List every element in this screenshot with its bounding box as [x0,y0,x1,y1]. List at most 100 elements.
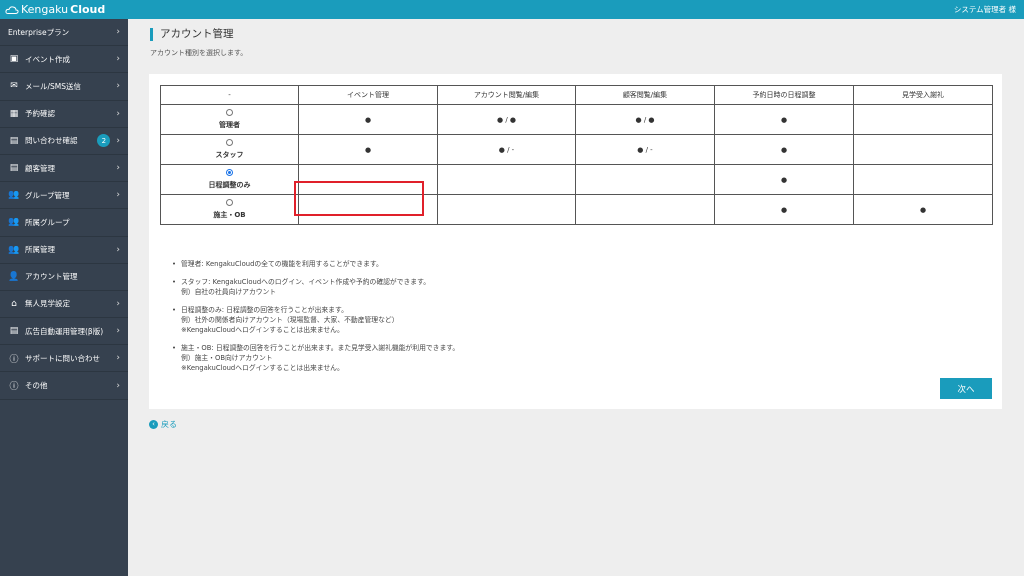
permission-cell: ● / ● [575,104,715,135]
role-label: 日程調整のみ [208,181,251,189]
permission-cell [853,134,993,165]
sidebar-item-10[interactable]: ⌂ 無人見学設定 › [0,291,128,319]
permission-cell: ● [714,134,854,165]
sidebar-item-label: 所属グループ [25,217,70,227]
note-line: 日程調整のみ: 日程調整の回答を行うことが出来ます。 [181,306,348,314]
users-icon: 👥 [8,244,20,255]
chevron-right-icon: › [116,326,120,337]
table-row: 日程調整のみ ● [160,164,993,195]
arrow-left-circle-icon: ‹ [149,420,158,429]
account-type-card: - イベント管理 アカウント閲覧/編集 顧客閲覧/編集 予約日時の日程調整 見学受入謝礼 … [149,74,1002,409]
account-type-notes: 管理者: KengakuCloudの全ての機能を利用することができます。スタッフ… [172,259,972,381]
cloud-logo-icon [5,5,19,14]
permission-cell: ● / - [437,134,576,165]
role-cell[interactable]: 日程調整のみ [160,164,299,195]
image-icon: ▣ [9,54,19,65]
top-bar: Kengaku Cloud システム管理者 様 [0,0,1024,19]
permission-cell: ● [298,104,438,135]
permission-cell: ● [714,104,854,135]
chevron-right-icon: › [116,380,120,391]
chevron-right-icon: › [116,298,120,309]
sidebar-item-13[interactable]: ⓘ その他 › [0,372,128,400]
sidebar-item-0[interactable]: Enterpriseプラン › [0,19,128,47]
sidebar-item-1[interactable]: ▣ イベント作成 › [0,46,128,74]
user-gear-icon: 👤 [8,271,20,282]
permission-cell [437,164,576,195]
sidebar-item-3[interactable]: ▦ 予約確認 › [0,101,128,128]
users-icon: 👥 [8,217,20,228]
sidebar-item-label: イベント作成 [25,54,70,64]
column-header: イベント管理 [298,85,438,105]
role-label: 管理者 [219,121,240,129]
back-label: 戻る [161,420,177,429]
sidebar-item-12[interactable]: ⓘ サポートに問い合わせ › [0,345,128,373]
permission-cell: ● [714,164,854,195]
role-radio[interactable] [226,199,233,206]
permission-cell [298,164,438,195]
sidebar-item-5[interactable]: ▤ 顧客管理 › [0,155,128,183]
role-radio[interactable] [226,139,233,146]
mail-icon: ✉ [10,81,18,92]
note-line: 例）社外の関係者向けアカウント（現場監督、大家、不動産管理など） [181,316,399,324]
table-row: スタッフ ● ● / - ● / - ● [160,134,993,165]
column-header: - [160,85,299,105]
notification-badge: 2 [97,134,111,148]
chevron-right-icon: › [116,244,120,255]
permission-cell: ● [298,134,438,165]
permission-table: - イベント管理 アカウント閲覧/編集 顧客閲覧/編集 予約日時の日程調整 見学受入謝礼 … [160,85,993,225]
id-card-icon: ▤ [9,163,19,174]
user-name[interactable]: システム管理者 様 [954,4,1016,15]
column-header: アカウント閲覧/編集 [437,85,576,105]
logo[interactable]: Kengaku Cloud [5,3,105,16]
permission-cell: ● [714,194,854,225]
page-title: アカウント管理 [150,28,234,41]
permission-cell: ● / - [575,134,715,165]
permission-cell: ● / ● [437,104,576,135]
table-row: 施主・OB ● ● [160,194,993,225]
back-link[interactable]: ‹ 戻る [149,419,177,430]
chevron-right-icon: › [116,135,120,146]
permission-cell [437,194,576,225]
info-icon: ⓘ [9,382,19,393]
column-header: 顧客閲覧/編集 [575,85,715,105]
next-button[interactable]: 次へ [940,378,992,399]
sidebar: Enterpriseプラン › ▣ イベント作成 › ✉ メール/SMS送信 › ▦ 予約確認 › ▤… [0,19,128,576]
chevron-right-icon: › [116,190,120,201]
chevron-right-icon: › [116,81,120,92]
sidebar-item-4[interactable]: ▤ 問い合わせ確認 2 › [0,128,128,155]
main-content: アカウント管理 アカウント種別を選択します。 - イベント管理 アカウント閲覧/編集… [128,19,1024,576]
sidebar-item-9[interactable]: 👤 アカウント管理 [0,264,128,291]
sidebar-item-11[interactable]: ▤ 広告自動運用管理(β版) › [0,318,128,346]
permission-cell [575,194,715,225]
permission-cell [575,164,715,195]
chevron-right-icon: › [116,27,120,38]
role-label: 施主・OB [213,211,246,219]
sidebar-item-6[interactable]: 👥 グループ管理 › [0,182,128,210]
calendar-icon: ▦ [9,108,19,119]
sidebar-item-label: その他 [25,381,48,391]
chevron-right-icon: › [116,353,120,364]
role-cell[interactable]: 施主・OB [160,194,299,225]
id-card-icon: ▤ [9,135,19,146]
note-line: 例）自社の社員向けアカウント [181,288,277,296]
note-line: 施主・OB: 日程調整の回答を行うことが出来ます。また見学受入謝礼機能が利用でき… [181,344,460,352]
note-item: 管理者: KengakuCloudの全ての機能を利用することができます。 [172,259,972,269]
info-icon: ⓘ [9,354,19,365]
note-line: ※KengakuCloudへログインすることは出来ません。 [181,364,344,372]
sidebar-item-2[interactable]: ✉ メール/SMS送信 › [0,73,128,101]
sidebar-item-7[interactable]: 👥 所属グループ [0,209,128,237]
sidebar-item-label: 広告自動運用管理(β版) [25,326,104,336]
role-radio[interactable] [226,109,233,116]
sidebar-item-8[interactable]: 👥 所属管理 › [0,237,128,264]
role-cell[interactable]: スタッフ [160,134,299,165]
role-radio[interactable] [226,169,233,176]
role-cell[interactable]: 管理者 [160,104,299,135]
chevron-right-icon: › [116,54,120,65]
note-line: 管理者: KengakuCloudの全ての機能を利用することができます。 [181,260,383,268]
users-icon: 👥 [8,190,20,201]
chevron-right-icon: › [116,108,120,119]
note-line: ※KengakuCloudへログインすることは出来ません。 [181,326,344,334]
logo-text-kengaku: Kengaku [21,3,69,16]
note-item: 施主・OB: 日程調整の回答を行うことが出来ます。また見学受入謝礼機能が利用でき… [172,343,972,373]
sidebar-item-label: メール/SMS送信 [25,81,82,91]
